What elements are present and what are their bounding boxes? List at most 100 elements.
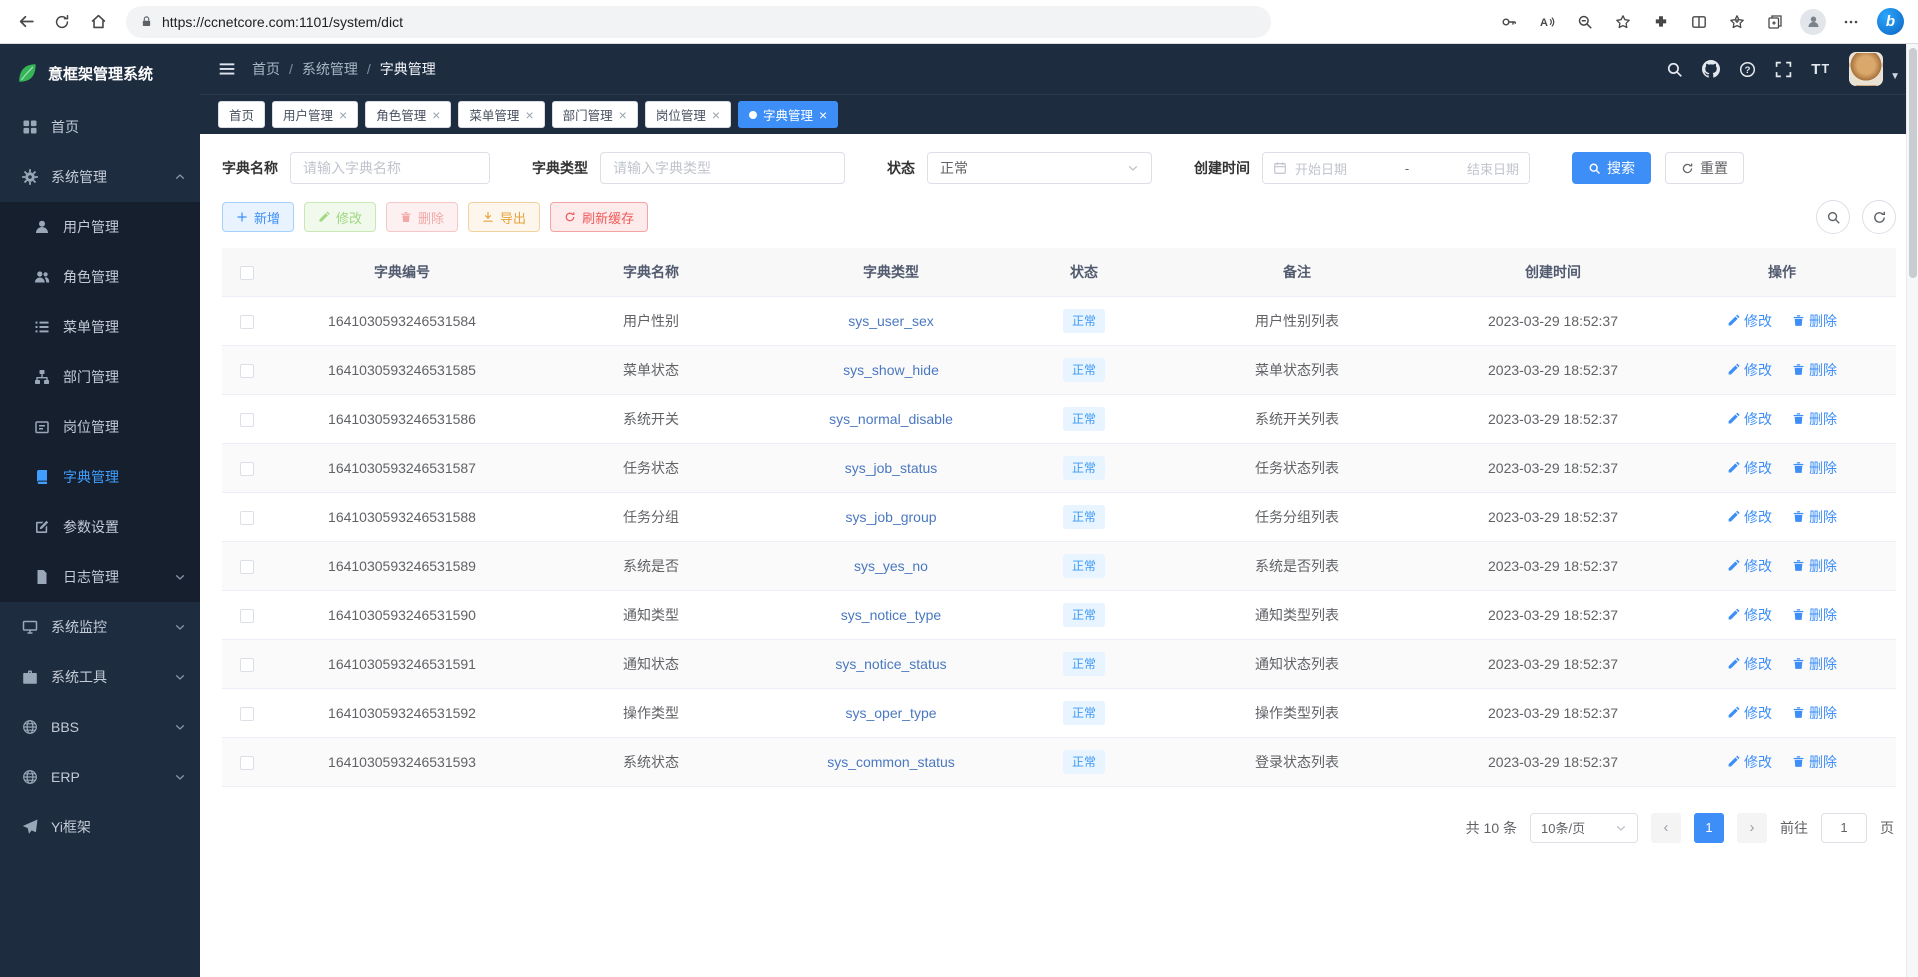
refresh-table-icon[interactable] bbox=[1862, 200, 1896, 234]
avatar[interactable] bbox=[1849, 52, 1883, 86]
sidebar-item-user-management[interactable]: 用户管理 bbox=[0, 202, 200, 252]
page-1-button[interactable]: 1 bbox=[1694, 813, 1724, 843]
row-checkbox[interactable] bbox=[240, 658, 254, 672]
row-checkbox[interactable] bbox=[240, 511, 254, 525]
row-delete-button[interactable]: 删除 bbox=[1792, 703, 1837, 723]
dict-type-link[interactable]: sys_oper_type bbox=[845, 705, 936, 721]
tab-user-management[interactable]: 用户管理× bbox=[272, 101, 358, 128]
sidebar-item-yi-framework[interactable]: Yi框架 bbox=[0, 802, 200, 852]
key-icon[interactable] bbox=[1491, 5, 1527, 39]
browser-scrollbar[interactable] bbox=[1906, 44, 1918, 977]
row-edit-button[interactable]: 修改 bbox=[1727, 556, 1772, 576]
search-icon[interactable] bbox=[1666, 61, 1683, 78]
row-edit-button[interactable]: 修改 bbox=[1727, 654, 1772, 674]
extensions-icon[interactable] bbox=[1643, 5, 1679, 39]
fullscreen-icon[interactable] bbox=[1775, 61, 1792, 78]
tab-dict-management[interactable]: 字典管理× bbox=[738, 101, 838, 128]
row-checkbox[interactable] bbox=[240, 364, 254, 378]
sidebar-item-system-management[interactable]: 系统管理 bbox=[0, 152, 200, 202]
sidebar-item-system-tools[interactable]: 系统工具 bbox=[0, 652, 200, 702]
dict-type-link[interactable]: sys_normal_disable bbox=[829, 411, 953, 427]
dict-type-input[interactable] bbox=[600, 152, 845, 184]
row-checkbox[interactable] bbox=[240, 462, 254, 476]
next-page-button[interactable]: › bbox=[1737, 813, 1767, 843]
github-icon[interactable] bbox=[1702, 60, 1720, 78]
tab-close-icon[interactable]: × bbox=[712, 108, 720, 122]
row-checkbox[interactable] bbox=[240, 609, 254, 623]
add-button[interactable]: 新增 bbox=[222, 202, 294, 232]
row-delete-button[interactable]: 删除 bbox=[1792, 458, 1837, 478]
row-delete-button[interactable]: 删除 bbox=[1792, 654, 1837, 674]
breadcrumb-home[interactable]: 首页 bbox=[252, 59, 280, 79]
dict-type-link[interactable]: sys_yes_no bbox=[854, 558, 928, 574]
bing-icon[interactable]: b bbox=[1877, 8, 1904, 35]
tab-close-icon[interactable]: × bbox=[339, 108, 347, 122]
row-delete-button[interactable]: 删除 bbox=[1792, 360, 1837, 380]
help-icon[interactable]: ? bbox=[1739, 61, 1756, 78]
app-logo[interactable]: 意框架管理系统 bbox=[0, 44, 200, 102]
dict-type-link[interactable]: sys_show_hide bbox=[843, 362, 939, 378]
row-edit-button[interactable]: 修改 bbox=[1727, 458, 1772, 478]
tab-home[interactable]: 首页 bbox=[218, 101, 265, 128]
breadcrumb-system[interactable]: 系统管理 bbox=[302, 59, 358, 79]
sidebar-item-home[interactable]: 首页 bbox=[0, 102, 200, 152]
sidebar-item-dict-management[interactable]: 字典管理 bbox=[0, 452, 200, 502]
dict-type-link[interactable]: sys_notice_status bbox=[835, 656, 946, 672]
tab-close-icon[interactable]: × bbox=[819, 108, 827, 122]
row-edit-button[interactable]: 修改 bbox=[1727, 409, 1772, 429]
home-icon[interactable] bbox=[80, 5, 116, 39]
scrollbar-thumb[interactable] bbox=[1909, 48, 1917, 278]
tab-post-management[interactable]: 岗位管理× bbox=[645, 101, 731, 128]
sidebar-item-menu-management[interactable]: 菜单管理 bbox=[0, 302, 200, 352]
refresh-icon[interactable] bbox=[44, 5, 80, 39]
sidebar-item-role-management[interactable]: 角色管理 bbox=[0, 252, 200, 302]
sidebar-item-bbs[interactable]: BBS bbox=[0, 702, 200, 752]
favorites-bar-icon[interactable] bbox=[1719, 5, 1755, 39]
dict-type-link[interactable]: sys_common_status bbox=[827, 754, 955, 770]
refresh-cache-button[interactable]: 刷新缓存 bbox=[550, 202, 648, 232]
row-checkbox[interactable] bbox=[240, 413, 254, 427]
row-delete-button[interactable]: 删除 bbox=[1792, 752, 1837, 772]
row-checkbox[interactable] bbox=[240, 707, 254, 721]
prev-page-button[interactable]: ‹ bbox=[1651, 813, 1681, 843]
sidebar-item-log-management[interactable]: 日志管理 bbox=[0, 552, 200, 602]
dict-type-link[interactable]: sys_job_group bbox=[845, 509, 936, 525]
profile-icon[interactable] bbox=[1795, 5, 1831, 39]
dict-type-link[interactable]: sys_job_status bbox=[845, 460, 938, 476]
row-edit-button[interactable]: 修改 bbox=[1727, 360, 1772, 380]
row-delete-button[interactable]: 删除 bbox=[1792, 507, 1837, 527]
row-delete-button[interactable]: 删除 bbox=[1792, 311, 1837, 331]
edit-button[interactable]: 修改 bbox=[304, 202, 376, 232]
row-edit-button[interactable]: 修改 bbox=[1727, 703, 1772, 723]
address-bar[interactable]: https://ccnetcore.com:1101/system/dict bbox=[126, 6, 1271, 38]
toggle-search-icon[interactable] bbox=[1816, 200, 1850, 234]
select-all-checkbox[interactable] bbox=[240, 266, 254, 280]
row-checkbox[interactable] bbox=[240, 560, 254, 574]
reset-button[interactable]: 重置 bbox=[1665, 152, 1744, 184]
row-edit-button[interactable]: 修改 bbox=[1727, 752, 1772, 772]
tab-dept-management[interactable]: 部门管理× bbox=[552, 101, 638, 128]
page-size-select[interactable]: 10条/页 bbox=[1530, 813, 1638, 843]
collections-icon[interactable] bbox=[1757, 5, 1793, 39]
row-delete-button[interactable]: 删除 bbox=[1792, 409, 1837, 429]
dict-type-link[interactable]: sys_notice_type bbox=[841, 607, 941, 623]
row-checkbox[interactable] bbox=[240, 315, 254, 329]
back-icon[interactable] bbox=[8, 5, 44, 39]
tab-close-icon[interactable]: × bbox=[525, 108, 533, 122]
zoom-out-icon[interactable] bbox=[1567, 5, 1603, 39]
dict-name-input[interactable] bbox=[290, 152, 490, 184]
tab-close-icon[interactable]: × bbox=[619, 108, 627, 122]
sidebar-item-param-settings[interactable]: 参数设置 bbox=[0, 502, 200, 552]
row-edit-button[interactable]: 修改 bbox=[1727, 507, 1772, 527]
favorites-add-icon[interactable] bbox=[1605, 5, 1641, 39]
row-edit-button[interactable]: 修改 bbox=[1727, 311, 1772, 331]
sidebar-item-system-monitor[interactable]: 系统监控 bbox=[0, 602, 200, 652]
font-size-icon[interactable]: TT bbox=[1811, 61, 1830, 78]
row-checkbox[interactable] bbox=[240, 756, 254, 770]
hamburger-icon[interactable] bbox=[218, 60, 236, 78]
dict-type-link[interactable]: sys_user_sex bbox=[848, 313, 934, 329]
export-button[interactable]: 导出 bbox=[468, 202, 540, 232]
sidebar-item-erp[interactable]: ERP bbox=[0, 752, 200, 802]
read-aloud-icon[interactable]: A bbox=[1529, 5, 1565, 39]
sidebar-item-dept-management[interactable]: 部门管理 bbox=[0, 352, 200, 402]
